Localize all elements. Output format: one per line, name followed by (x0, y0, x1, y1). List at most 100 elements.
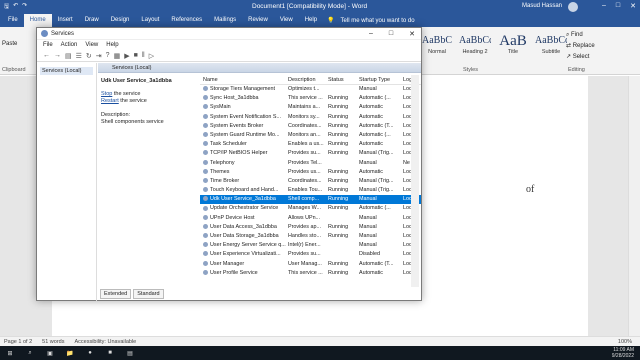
table-row[interactable]: SysMain Maintains a... Running Automatic Loc (200, 103, 421, 112)
minimize-icon[interactable]: – (602, 2, 606, 10)
table-row[interactable]: User Energy Server Service q... Intel(r) … (200, 241, 421, 250)
tab-references[interactable]: References (165, 14, 208, 27)
column-name[interactable]: Name (200, 75, 288, 84)
table-row[interactable]: UPnP Device Host Allows UPn... Manual Loc (200, 214, 421, 223)
service-status: Running (328, 223, 349, 230)
table-row[interactable]: Storage Tiers Management Optimizes t... Ma… (200, 85, 421, 94)
service-name-text: System Events Broker (210, 122, 264, 129)
save-icon[interactable]: 🖫 (4, 2, 9, 12)
table-row[interactable]: Sync Host_3a1dbba This service ... Running… (200, 94, 421, 103)
chrome-icon[interactable]: ● (80, 346, 100, 360)
back-icon[interactable]: ← (43, 52, 50, 59)
tree-node-services-local[interactable]: Services (Local) (40, 67, 93, 75)
forward-icon[interactable]: → (54, 52, 61, 59)
table-row[interactable]: Themes Provides us... Running Automatic Loc (200, 168, 421, 177)
redo-icon[interactable]: ↷ (22, 2, 27, 12)
table-row[interactable]: User Profile Service This service ... Runn… (200, 269, 421, 278)
list-icon[interactable]: ☰ (76, 52, 82, 60)
menu-help[interactable]: Help (106, 42, 118, 48)
word-icon[interactable]: ▤ (120, 346, 140, 360)
style-title[interactable]: AaB Title (496, 32, 530, 58)
table-row[interactable]: User Data Storage_3a1dbba Handles sto... R… (200, 232, 421, 241)
paste-button[interactable]: Paste (2, 41, 17, 47)
vertical-scrollbar[interactable] (628, 76, 640, 336)
table-row[interactable]: User Manager User Manag... Running Automati… (200, 260, 421, 269)
column-description[interactable]: Description (288, 75, 328, 84)
service-status: Running (328, 233, 349, 239)
stop-link[interactable]: Stop (101, 91, 112, 97)
style-subtitle[interactable]: AaBbCcC Subtitle (534, 32, 568, 58)
table-row[interactable]: Touch Keyboard and Hand... Enables Tou...… (200, 186, 421, 195)
services-title-bar[interactable]: Services – □ ✕ (37, 28, 421, 40)
tab-design[interactable]: Design (105, 14, 136, 27)
console-icon[interactable]: ▤ (65, 52, 72, 60)
tab-extended[interactable]: Extended (100, 289, 132, 299)
table-row[interactable]: Update Orchestrator Service Manages W... R… (200, 204, 421, 213)
help-icon[interactable]: ? (106, 52, 110, 59)
play-icon[interactable]: ▶ (124, 52, 129, 60)
table-row[interactable]: Task Scheduler Enables a us... Running Auto… (200, 140, 421, 149)
service-startup-type: Automatic (359, 168, 383, 175)
page-count[interactable]: Page 1 of 2 (4, 339, 32, 345)
column-status[interactable]: Status (328, 75, 359, 84)
tab-draw[interactable]: Draw (79, 14, 105, 27)
menu-view[interactable]: View (85, 42, 98, 48)
stop-icon[interactable]: ■ (134, 52, 138, 59)
select-button[interactable]: ↗ Select (566, 52, 595, 63)
tab-mailings[interactable]: Mailings (208, 14, 242, 27)
photoshop-icon[interactable]: ■ (100, 346, 120, 360)
menu-file[interactable]: File (43, 42, 53, 48)
services-window[interactable]: Services – □ ✕ File Action View Help ← →… (36, 27, 422, 301)
close-icon[interactable]: ✕ (409, 30, 415, 38)
style-normal[interactable]: AaBbC Normal (420, 32, 454, 58)
undo-icon[interactable]: ↶ (13, 2, 18, 12)
table-row[interactable]: TCP/IP NetBIOS Helper Provides su... Runni… (200, 149, 421, 158)
tab-layout[interactable]: Layout (135, 14, 165, 27)
user-name[interactable]: Masud Hassan (522, 3, 562, 9)
file-explorer-icon[interactable]: 📁 (60, 346, 80, 360)
close-icon[interactable]: ✕ (630, 2, 636, 10)
table-row[interactable]: Time Broker Coordinates... Running Manual (… (200, 177, 421, 186)
list-scrollbar[interactable] (411, 75, 419, 287)
pause-icon[interactable]: ‖ (142, 52, 145, 59)
maximize-icon[interactable]: □ (389, 30, 393, 38)
windows-start-icon[interactable]: ⊞ (0, 346, 20, 360)
column-startup-type[interactable]: Startup Type (359, 75, 403, 84)
task-view-icon[interactable]: ▣ (40, 346, 60, 360)
export-icon[interactable]: ⇥ (96, 52, 102, 60)
tab-view[interactable]: View (274, 14, 299, 27)
taskbar-clock[interactable]: 11:09 AM 9/28/2022 (612, 347, 634, 359)
tab-file[interactable]: File (2, 14, 24, 27)
restart-link[interactable]: Restart (101, 98, 119, 104)
style-heading-2[interactable]: AaBbCc Heading 2 (458, 32, 492, 58)
avatar[interactable] (568, 2, 578, 12)
minimize-icon[interactable]: – (369, 30, 373, 38)
maximize-icon[interactable]: □ (616, 2, 620, 10)
find-button[interactable]: ⌕ Find (566, 30, 595, 41)
table-row[interactable]: User Data Access_3a1dbba Provides ap... Ru… (200, 223, 421, 232)
replace-button[interactable]: ⇄ Replace (566, 41, 595, 52)
search-icon[interactable]: ⌕ (20, 346, 40, 360)
menu-action[interactable]: Action (61, 42, 78, 48)
tab-help[interactable]: Help (299, 14, 323, 27)
service-startup-type: Automatic (T... (359, 122, 394, 129)
tab-review[interactable]: Review (242, 14, 274, 27)
tab-insert[interactable]: Insert (52, 14, 79, 27)
word-count[interactable]: 51 words (42, 339, 64, 345)
tell-me-input[interactable]: Tell me what you want to do (341, 18, 415, 24)
table-row[interactable]: System Events Broker Coordinates... Runnin… (200, 122, 421, 131)
table-row[interactable]: System Guard Runtime Mo... Monitors an...… (200, 131, 421, 140)
restart-icon[interactable]: ▷ (149, 52, 154, 60)
tab-home[interactable]: Home (23, 14, 52, 27)
table-row[interactable]: System Event Notification S... Monitors s… (200, 113, 421, 122)
styles-gallery: AaBbC Normal AaBbCc Heading 2 AaB Title AaB… (420, 32, 568, 58)
accessibility-status[interactable]: Accessibility: Unavailable (74, 339, 136, 345)
table-row[interactable]: Udk User Service_3a1dbba Shell comp... Run… (200, 195, 421, 205)
zoom-level[interactable]: 100% (618, 339, 632, 345)
services-window-title: Services (51, 30, 75, 37)
properties-icon[interactable]: ▦ (114, 52, 121, 60)
table-row[interactable]: User Experience Virtualizati... Provides … (200, 250, 421, 259)
refresh-icon[interactable]: ↻ (86, 52, 92, 60)
tab-standard[interactable]: Standard (133, 289, 164, 299)
table-row[interactable]: Telephony Provides Tel... Manual Ne (200, 159, 421, 168)
